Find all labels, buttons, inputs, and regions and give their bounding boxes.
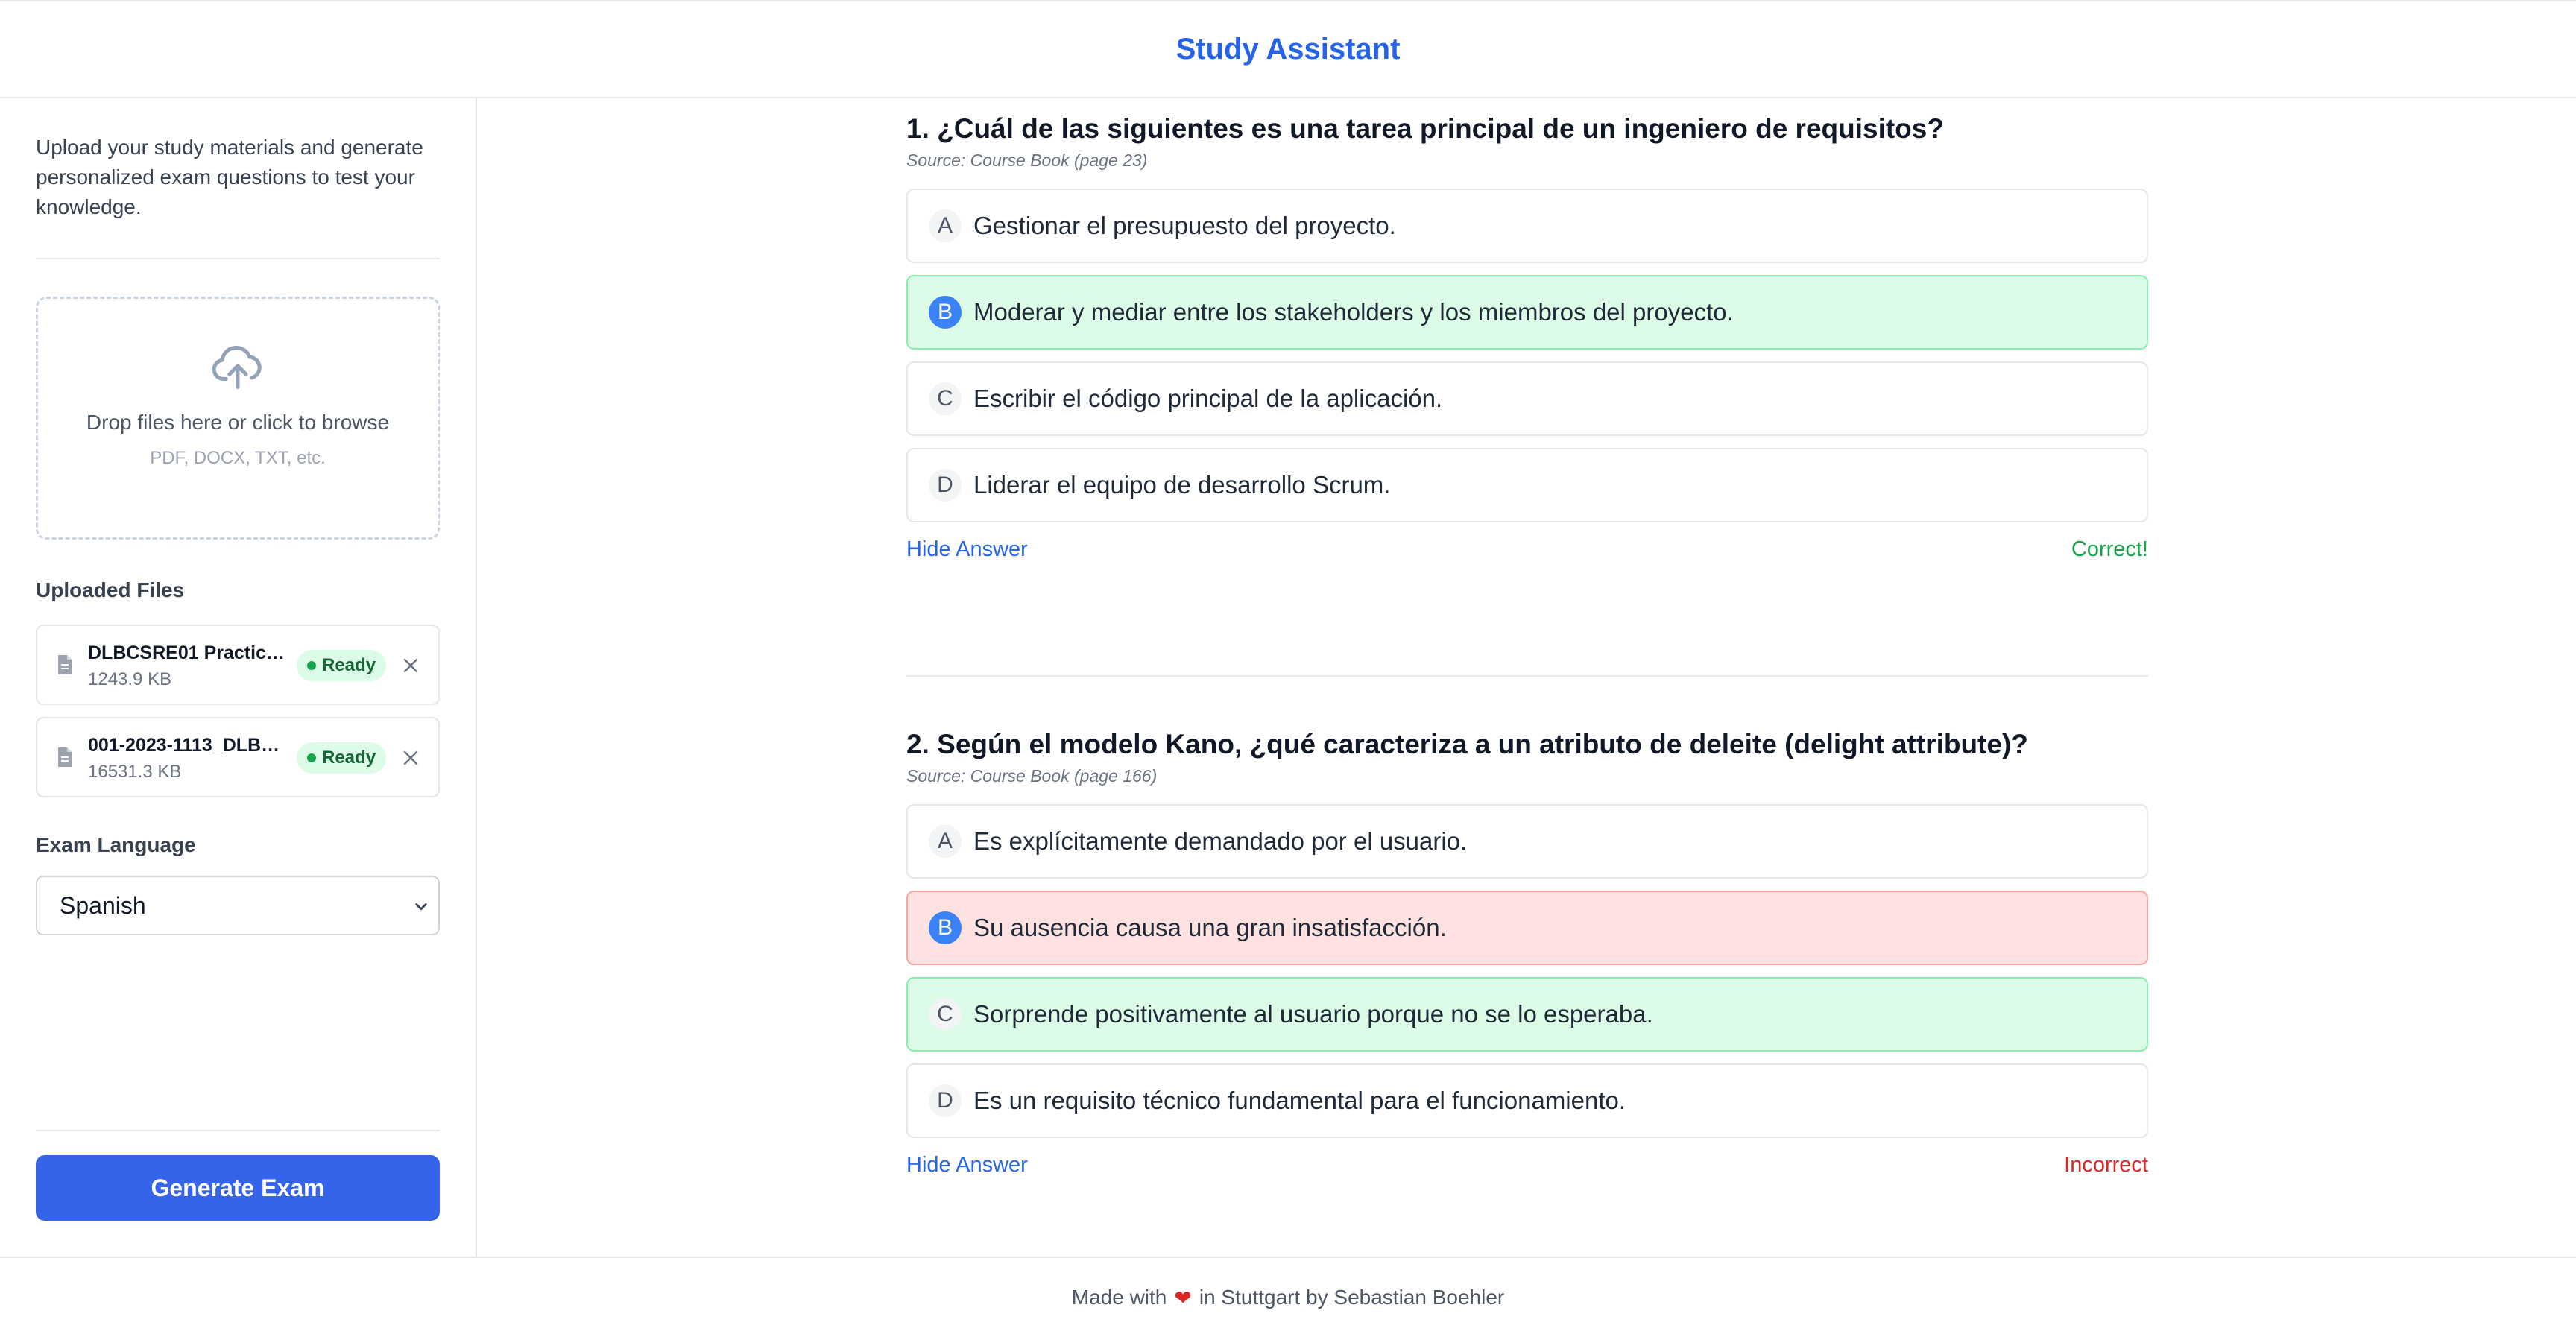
heart-icon: ❤	[1174, 1286, 1192, 1309]
answer-options: A Gestionar el presupuesto del proyecto.…	[906, 189, 2148, 522]
answer-option[interactable]: C Sorprende positivamente al usuario por…	[906, 977, 2148, 1052]
dropzone-hint: PDF, DOCX, TXT, etc.	[150, 448, 326, 468]
file-name: 001-2023-1113_DLBC...	[88, 735, 289, 756]
uploaded-files-label: Uploaded Files	[36, 578, 185, 601]
option-text: Su ausencia causa una gran insatisfacció…	[973, 914, 1447, 941]
language-select-value: Spanish	[60, 891, 146, 919]
cloud-upload-icon	[212, 345, 262, 390]
footer-text-before: Made with	[1071, 1286, 1167, 1309]
hide-answer-link[interactable]: Hide Answer	[906, 537, 1028, 562]
hide-answer-link[interactable]: Hide Answer	[906, 1153, 1028, 1178]
language-select[interactable]: Spanish	[36, 876, 440, 935]
option-letter: A	[929, 209, 962, 242]
answer-option[interactable]: D Liderar el equipo de desarrollo Scrum.	[906, 448, 2148, 522]
question-card: 1. ¿Cuál de las siguientes es una tarea …	[906, 112, 2148, 562]
exam-language-label: Exam Language	[36, 833, 196, 856]
status-badge: Ready	[297, 650, 387, 681]
answer-option[interactable]: A Gestionar el presupuesto del proyecto.	[906, 189, 2148, 263]
result-status: Correct!	[2071, 537, 2148, 561]
app-header: Study Assistant	[0, 0, 2576, 98]
remove-file-button[interactable]	[394, 741, 428, 775]
answer-option[interactable]: B Moderar y mediar entre los stakeholder…	[906, 275, 2148, 350]
option-text: Sorprende positivamente al usuario porqu…	[973, 1000, 1653, 1028]
footer-text-after: in Stuttgart by Sebastian Boehler	[1199, 1286, 1505, 1309]
option-text: Liderar el equipo de desarrollo Scrum.	[973, 471, 1391, 499]
exam-panel: 1. ¿Cuál de las siguientes es una tarea …	[479, 98, 2576, 1257]
status-dot-icon	[307, 753, 316, 762]
question-divider	[906, 675, 2148, 677]
result-status: Incorrect	[2064, 1153, 2148, 1177]
option-text: Es explícitamente demandado por el usuar…	[973, 827, 1468, 855]
page-footer: Made with ❤ in Stuttgart by Sebastian Bo…	[0, 1257, 2576, 1337]
close-icon	[403, 658, 418, 673]
answer-options: A Es explícitamente demandado por el usu…	[906, 804, 2148, 1138]
file-size: 16531.3 KB	[88, 762, 182, 782]
sidebar-intro: Upload your study materials and generate…	[36, 136, 423, 218]
close-icon	[403, 750, 418, 765]
status-text: Ready	[322, 747, 376, 768]
generate-exam-button[interactable]: Generate Exam	[36, 1155, 440, 1221]
file-dropzone[interactable]: Drop files here or click to browse PDF, …	[36, 297, 440, 540]
question-source: Source: Course Book (page 23)	[906, 151, 1148, 170]
answer-option[interactable]: D Es un requisito técnico fundamental pa…	[906, 1063, 2148, 1138]
question-card: 2. Según el modelo Kano, ¿qué caracteriz…	[906, 727, 2148, 1178]
question-title: 1. ¿Cuál de las siguientes es una tarea …	[906, 113, 1944, 144]
app-title: Study Assistant	[1175, 32, 1401, 66]
question-footer: Hide Answer Correct!	[906, 537, 2148, 562]
status-badge: Ready	[297, 742, 387, 774]
question-title: 2. Según el modelo Kano, ¿qué caracteriz…	[906, 729, 2028, 759]
file-name: DLBCSRE01 Practice ...	[88, 642, 289, 663]
option-text: Gestionar el presupuesto del proyecto.	[973, 212, 1396, 239]
answer-option[interactable]: B Su ausencia causa una gran insatisfacc…	[906, 891, 2148, 965]
option-letter: B	[929, 296, 962, 329]
file-item: 001-2023-1113_DLBC... 16531.3 KB Ready	[36, 717, 440, 797]
option-letter: C	[929, 998, 962, 1031]
option-letter: A	[929, 825, 962, 858]
option-letter: D	[929, 1084, 962, 1117]
sidebar-divider	[36, 258, 440, 259]
answer-option[interactable]: A Es explícitamente demandado por el usu…	[906, 804, 2148, 879]
option-letter: D	[929, 469, 962, 502]
file-item: DLBCSRE01 Practice ... 1243.9 KB Ready	[36, 625, 440, 705]
question-footer: Hide Answer Incorrect	[906, 1153, 2148, 1178]
dropzone-text: Drop files here or click to browse	[86, 411, 390, 434]
question-source: Source: Course Book (page 166)	[906, 766, 1158, 786]
answer-option[interactable]: C Escribir el código principal de la apl…	[906, 361, 2148, 436]
option-text: Es un requisito técnico fundamental para…	[973, 1087, 1626, 1114]
footer-credit: Made with ❤ in Stuttgart by Sebastian Bo…	[1072, 1286, 1504, 1310]
status-text: Ready	[322, 655, 376, 675]
sidebar-divider	[36, 1130, 440, 1131]
chevron-down-icon	[415, 903, 427, 911]
option-text: Escribir el código principal de la aplic…	[973, 385, 1443, 412]
file-size: 1243.9 KB	[88, 669, 172, 689]
remove-file-button[interactable]	[394, 648, 428, 683]
option-text: Moderar y mediar entre los stakeholders …	[973, 298, 1734, 326]
file-icon	[58, 747, 72, 767]
option-letter: B	[929, 911, 962, 944]
file-icon	[58, 655, 72, 674]
sidebar: Upload your study materials and generate…	[0, 98, 477, 1257]
status-dot-icon	[307, 661, 316, 670]
option-letter: C	[929, 382, 962, 415]
